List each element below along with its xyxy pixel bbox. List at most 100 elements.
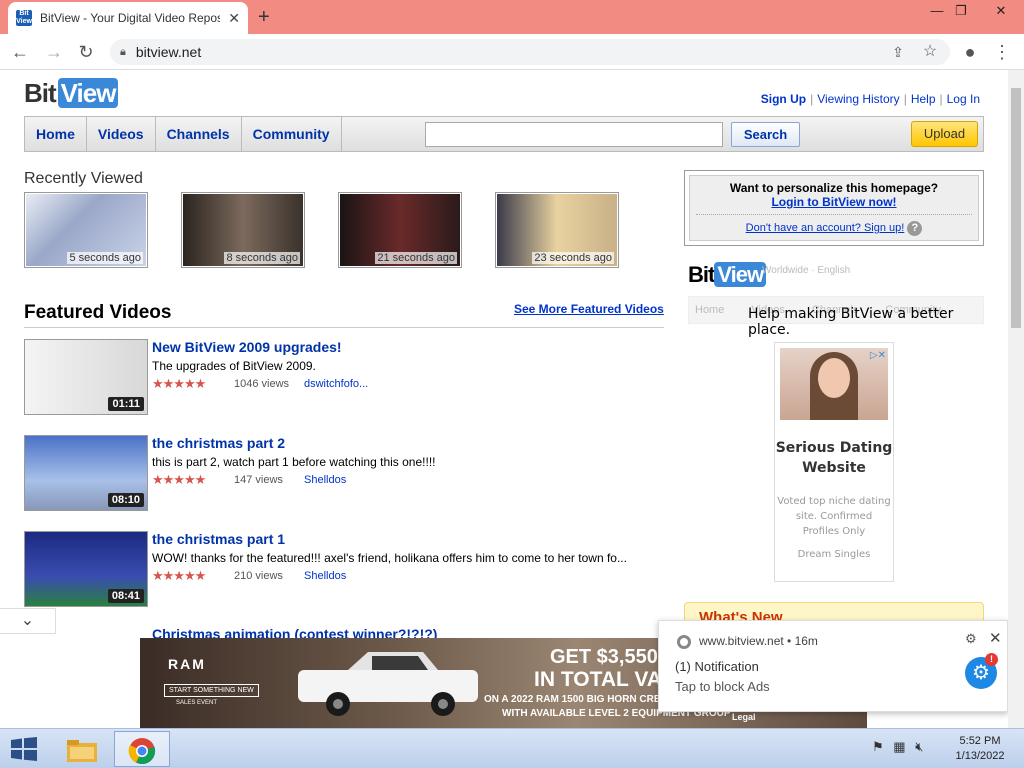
close-window-icon[interactable]: ✕	[986, 2, 1016, 22]
back-arrow-icon[interactable]: ←	[8, 40, 32, 64]
address-bar[interactable]: 🔒︎ bitview.net	[110, 39, 950, 65]
video-user-link[interactable]: Shelldos	[304, 570, 346, 582]
signup-link[interactable]: Sign Up	[757, 92, 810, 106]
bitview-logo[interactable]: Bit View	[24, 78, 119, 109]
recent-time: 8 seconds ago	[224, 252, 300, 264]
chevron-down-icon[interactable]: ⌄	[0, 608, 56, 634]
recent-video-thumb[interactable]: 8 seconds ago	[181, 192, 305, 268]
recent-time: 21 seconds ago	[375, 252, 457, 264]
star-icon[interactable]: ☆	[918, 40, 942, 64]
dating-ad[interactable]: ▷✕ Serious Dating Website Voted top nich…	[774, 342, 894, 582]
legal-link[interactable]: Legal	[732, 712, 756, 722]
featured-video-row: 01:11 New BitView 2009 upgrades! The upg…	[24, 339, 664, 415]
video-title-link[interactable]: the christmas part 2	[152, 435, 285, 451]
windows-start-icon[interactable]	[10, 737, 38, 761]
thumb-image: 21 seconds ago	[340, 194, 460, 266]
video-user-link[interactable]: dswitchfofo...	[304, 378, 368, 390]
video-title-link[interactable]: New BitView 2009 upgrades!	[152, 339, 342, 355]
browser-toolbar: ← → ↻ 🔒︎ bitview.net ⇪ ☆ ● ⋮	[0, 34, 1024, 70]
windows-taskbar: ⚑ ▦ 🔇︎ 5:52 PM 1/13/2022	[0, 728, 1024, 768]
search-input[interactable]	[425, 122, 723, 147]
recent-time: 23 seconds ago	[532, 252, 614, 264]
notif-time: 16m	[794, 634, 818, 648]
kebab-menu-icon[interactable]: ⋮	[990, 40, 1014, 64]
gear-icon[interactable]: ⚙	[965, 631, 977, 647]
share-icon[interactable]: ⇪	[886, 40, 910, 64]
logo-view: View	[57, 78, 119, 108]
login-link[interactable]: Log In	[943, 92, 984, 106]
web-notification[interactable]: www.bitview.net • 16m ⚙ ✕ (1) Notificati…	[658, 620, 1008, 712]
notification-body: Tap to block Ads	[675, 679, 770, 694]
video-title-link[interactable]: the christmas part 1	[152, 531, 285, 547]
dating-ad-title: Serious Dating Website	[775, 440, 893, 476]
offer-line-1: GET $3,550*	[550, 646, 666, 668]
help-question-icon[interactable]: ?	[907, 221, 923, 236]
url-text: bitview.net	[135, 44, 202, 60]
network-icon[interactable]: ▦	[893, 739, 905, 754]
adchoices-icon[interactable]: ▷✕	[870, 350, 886, 361]
flag-icon[interactable]: ⚑	[872, 739, 884, 754]
video-description: this is part 2, watch part 1 before watc…	[152, 455, 436, 469]
viewing-history-link[interactable]: Viewing History	[813, 92, 903, 106]
scrollbar-thumb[interactable]	[1011, 88, 1021, 328]
logo-bit: Bit	[24, 78, 57, 108]
login-now-link[interactable]: Login to BitView now!	[690, 195, 978, 209]
video-description: WOW! thanks for the featured!!! axel's f…	[152, 551, 627, 565]
nav-tab-home[interactable]: Home	[25, 117, 87, 151]
video-thumbnail[interactable]: 08:41	[24, 531, 148, 607]
video-user-link[interactable]: Shelldos	[304, 474, 346, 486]
video-thumbnail[interactable]: 08:10	[24, 435, 148, 511]
tab-close-icon[interactable]: ✕	[228, 10, 240, 27]
chrome-taskbar-icon[interactable]	[114, 731, 170, 767]
video-thumbnail[interactable]: 01:11	[24, 339, 148, 415]
recently-viewed-title: Recently Viewed	[24, 170, 143, 187]
browser-tab[interactable]: Bit View BitView - Your Digital Video Re…	[8, 2, 248, 34]
video-duration: 01:11	[108, 397, 144, 411]
video-views: 1046 views	[234, 378, 290, 390]
rating-stars-icon: ★★★★★	[152, 472, 206, 487]
profile-icon[interactable]: ●	[958, 40, 982, 64]
close-icon[interactable]: ✕	[989, 629, 1002, 647]
featured-videos-title: Featured Videos	[24, 302, 172, 323]
featured-video-row: 08:10 the christmas part 2 this is part …	[24, 435, 664, 511]
recent-video-thumb[interactable]: 23 seconds ago	[495, 192, 619, 268]
ad-photo: ▷✕	[780, 348, 888, 420]
face-shape	[818, 358, 850, 398]
rating-stars-icon: ★★★★★	[152, 568, 206, 583]
file-explorer-icon[interactable]	[54, 731, 110, 767]
dating-ad-desc: Voted top niche dating site. Confirmed P…	[777, 496, 891, 537]
search-button[interactable]: Search	[731, 122, 800, 147]
taskbar-clock[interactable]: 5:52 PM 1/13/2022	[950, 734, 1010, 764]
video-views: 210 views	[234, 570, 283, 582]
ram-tagline: START SOMETHING NEW	[164, 684, 259, 697]
help-link[interactable]: Help	[907, 92, 940, 106]
signup-account-link[interactable]: Don't have an account? Sign up!	[746, 222, 905, 234]
clock-date: 1/13/2022	[955, 750, 1005, 762]
truck-image	[298, 652, 478, 716]
thumb-image: 23 seconds ago	[497, 194, 617, 266]
ram-logo: RAM	[168, 656, 206, 672]
featured-video-row: 08:41 the christmas part 1 WOW! thanks f…	[24, 531, 664, 607]
reload-icon[interactable]: ↻	[74, 40, 98, 64]
notification-title: (1) Notification	[675, 659, 759, 674]
nav-tab-videos[interactable]: Videos	[87, 117, 156, 151]
video-description: The upgrades of BitView 2009.	[152, 359, 316, 373]
personalize-box: Want to personalize this homepage? Login…	[684, 170, 984, 246]
recent-video-thumb[interactable]: 5 seconds ago	[24, 192, 148, 268]
main-nav-bar: Home Videos Channels Community Search Up…	[24, 116, 984, 152]
new-tab-plus-icon[interactable]: +	[258, 6, 270, 29]
nav-tab-channels[interactable]: Channels	[156, 117, 242, 151]
nav-tab-community[interactable]: Community	[242, 117, 342, 151]
video-duration: 08:41	[107, 589, 144, 603]
volume-muted-icon[interactable]: 🔇︎	[915, 739, 923, 754]
recent-video-thumb[interactable]: 21 seconds ago	[338, 192, 462, 268]
page-scrollbar[interactable]	[1008, 70, 1024, 728]
system-tray: ⚑ ▦ 🔇︎	[872, 739, 923, 755]
upload-button[interactable]: Upload	[911, 121, 978, 147]
divider	[24, 327, 664, 328]
see-more-featured-link[interactable]: See More Featured Videos	[514, 302, 664, 316]
forward-arrow-icon[interactable]: →	[42, 40, 66, 64]
clock-time: 5:52 PM	[959, 735, 1001, 747]
ram-subline: SALES EVENT	[176, 700, 218, 706]
restore-window-icon[interactable]: ❐	[946, 2, 976, 22]
